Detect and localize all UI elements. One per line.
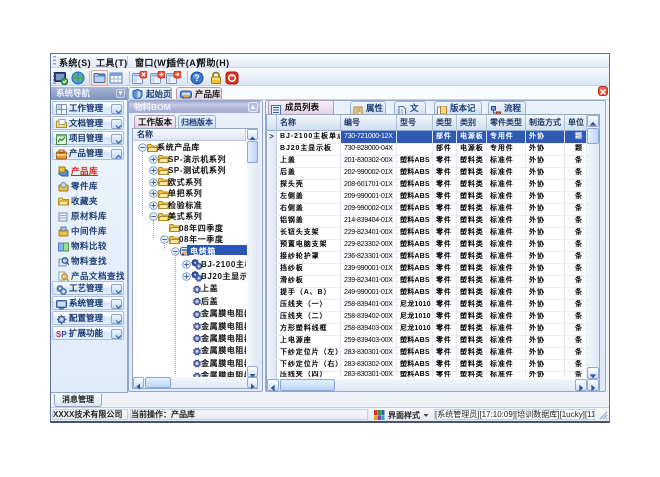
svg-text:?: ?	[194, 73, 200, 83]
